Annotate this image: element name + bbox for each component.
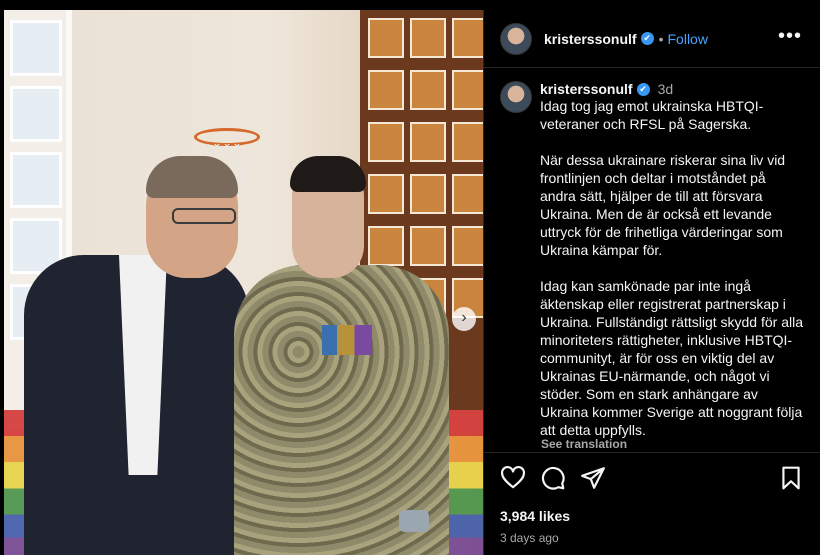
more-options-icon[interactable]: ••• [778, 26, 802, 46]
photo-window-cell [452, 18, 483, 58]
glasses [172, 208, 236, 224]
caption-area: kristerssonulf ✔ 3d Idag tog jag emot uk… [484, 69, 820, 449]
photo-window-cell [368, 70, 404, 110]
wristwatch [399, 510, 429, 532]
photo-window-cell [410, 18, 446, 58]
comment-icon[interactable] [540, 465, 566, 491]
header-username[interactable]: kristerssonulf [544, 31, 637, 47]
caption-text: Idag tog jag emot ukrainska HBTQI-vetera… [540, 98, 803, 438]
actions-bar: 3,984 likes 3 days ago [484, 452, 820, 555]
caption-head: kristerssonulf ✔ 3d [540, 81, 804, 97]
photo-window-cell [410, 70, 446, 110]
separator-dot: • [658, 30, 664, 47]
heart-icon[interactable] [500, 465, 526, 491]
photo-window-pane [10, 20, 62, 76]
share-icon[interactable] [580, 465, 606, 491]
person-in-jacket [24, 156, 249, 555]
caption-row: kristerssonulf ✔ 3d Idag tog jag emot uk… [500, 81, 804, 439]
basketball-hoop [194, 128, 260, 146]
bookmark-icon[interactable] [778, 465, 804, 491]
likes-count[interactable]: 3,984 likes [500, 508, 570, 524]
person-in-uniform [234, 156, 449, 555]
photo-window-cell [452, 70, 483, 110]
medals [322, 325, 372, 355]
photo-window-cell [368, 18, 404, 58]
avatar[interactable] [500, 22, 532, 55]
caption-body: kristerssonulf ✔ 3d Idag tog jag emot uk… [540, 81, 804, 439]
follow-button[interactable]: Follow [668, 31, 708, 47]
hair [146, 156, 238, 198]
photo-window-cell [410, 122, 446, 162]
photo-window-cell [452, 226, 483, 266]
post-photo[interactable]: › [4, 10, 483, 555]
see-translation-link[interactable]: See translation [541, 437, 627, 451]
post-date[interactable]: 3 days ago [500, 531, 559, 545]
hair [290, 156, 366, 192]
verified-badge-icon: ✔ [640, 32, 654, 45]
photo-window-cell [452, 174, 483, 214]
photo-window-cell [368, 122, 404, 162]
chevron-right-icon[interactable]: › [452, 307, 476, 331]
verified-badge-icon: ✔ [636, 82, 650, 96]
photo-window-pane [10, 86, 62, 142]
avatar[interactable] [500, 81, 532, 113]
photo-window-cell [452, 122, 483, 162]
caption-username[interactable]: kristerssonulf [540, 81, 633, 97]
caption-time[interactable]: 3d [658, 81, 674, 97]
post-header: kristerssonulf ✔ • Follow ••• [484, 10, 820, 68]
post-side-panel: kristerssonulf ✔ • Follow ••• kristersso… [483, 10, 820, 555]
